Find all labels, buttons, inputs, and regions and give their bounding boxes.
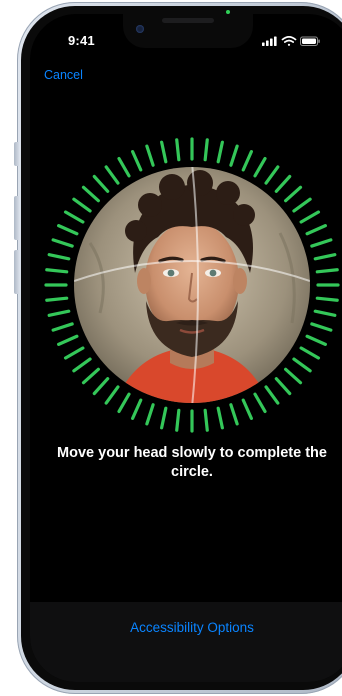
earpiece-speaker	[162, 18, 214, 23]
progress-tick	[117, 392, 131, 414]
progress-tick	[241, 398, 253, 420]
progress-tick	[117, 156, 131, 178]
face-camera-preview	[74, 167, 310, 403]
progress-tick	[284, 185, 303, 203]
battery-icon	[300, 36, 320, 46]
progress-tick	[131, 398, 143, 420]
progress-tick	[175, 138, 181, 162]
progress-tick	[104, 385, 120, 405]
status-icons	[262, 36, 320, 46]
volume-down-button	[14, 250, 19, 294]
progress-tick	[305, 224, 327, 236]
progress-tick	[63, 346, 85, 360]
accessibility-options-button[interactable]: Accessibility Options	[30, 620, 342, 635]
progress-tick	[160, 140, 168, 164]
progress-tick	[51, 322, 74, 332]
progress-tick	[315, 268, 339, 274]
progress-tick	[313, 309, 337, 317]
progress-tick	[253, 392, 267, 414]
progress-tick	[72, 357, 92, 373]
notch	[123, 14, 253, 48]
progress-tick	[229, 403, 239, 426]
progress-tick	[229, 144, 239, 167]
progress-tick	[292, 197, 312, 213]
progress-tick	[299, 210, 321, 224]
progress-tick	[45, 296, 69, 302]
cellular-signal-icon	[262, 36, 277, 46]
progress-tick	[63, 210, 85, 224]
wifi-icon	[281, 36, 297, 46]
progress-tick	[313, 253, 337, 261]
screen: 9:41 Cancel Move your head slowly to com…	[30, 14, 342, 682]
progress-tick	[264, 165, 280, 185]
progress-tick	[51, 238, 74, 248]
volume-up-button	[14, 196, 19, 240]
progress-tick	[131, 150, 143, 172]
progress-tick	[203, 138, 209, 162]
progress-tick	[45, 268, 69, 274]
progress-tick	[104, 165, 120, 185]
device-mockup: 9:41 Cancel Move your head slowly to com…	[0, 0, 342, 696]
progress-tick	[81, 367, 100, 385]
progress-tick	[274, 174, 292, 193]
progress-tick	[264, 385, 280, 405]
front-camera	[136, 25, 144, 33]
progress-tick	[253, 156, 267, 178]
progress-tick	[241, 150, 253, 172]
progress-tick	[175, 408, 181, 432]
progress-tick	[315, 296, 339, 302]
progress-tick	[299, 346, 321, 360]
progress-tick	[160, 406, 168, 430]
progress-tick	[216, 140, 224, 164]
scan-instruction: Move your head slowly to complete the ci…	[57, 445, 327, 480]
progress-tick	[292, 357, 312, 373]
progress-tick	[81, 185, 100, 203]
progress-tick	[57, 224, 79, 236]
progress-tick	[92, 174, 110, 193]
progress-tick	[72, 197, 92, 213]
progress-tick	[310, 238, 333, 248]
progress-tick	[47, 253, 71, 261]
progress-tick	[57, 334, 79, 346]
camera-in-use-indicator	[226, 10, 230, 14]
bottom-panel: Accessibility Options	[30, 602, 342, 682]
progress-tick	[145, 403, 155, 426]
cancel-button[interactable]: Cancel	[44, 68, 83, 82]
progress-tick	[92, 377, 110, 396]
face-id-scanner	[44, 137, 340, 433]
progress-tick	[145, 144, 155, 167]
progress-tick	[274, 377, 292, 396]
progress-tick	[216, 406, 224, 430]
mute-switch	[14, 142, 19, 166]
progress-tick	[203, 408, 209, 432]
status-time: 9:41	[68, 33, 95, 48]
progress-tick	[284, 367, 303, 385]
progress-tick	[47, 309, 71, 317]
progress-tick	[305, 334, 327, 346]
progress-tick	[310, 322, 333, 332]
